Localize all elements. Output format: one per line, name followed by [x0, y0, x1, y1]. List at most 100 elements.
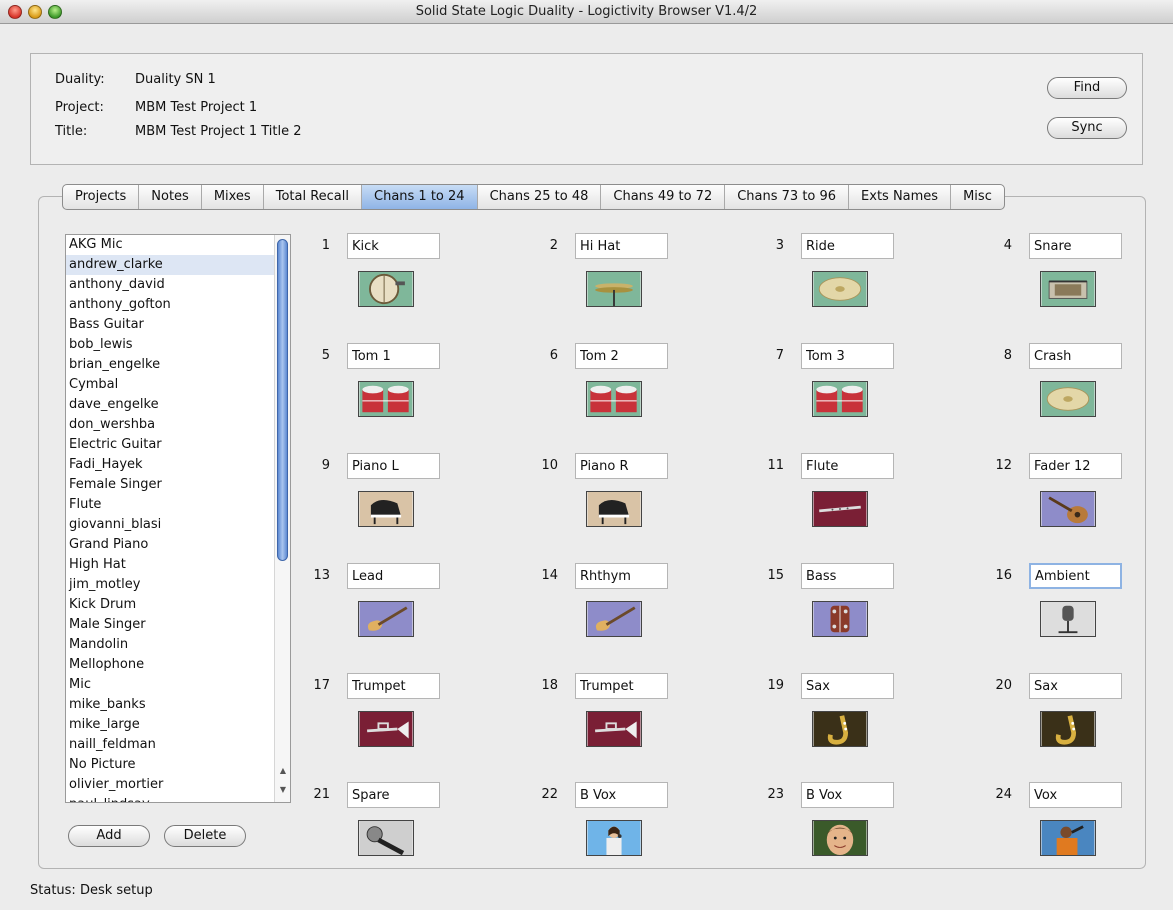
electric-guitar-icon[interactable] [358, 601, 414, 637]
channel-name-field[interactable] [801, 453, 894, 479]
female-singer-icon[interactable] [586, 820, 642, 856]
channel-name-field[interactable] [1029, 453, 1122, 479]
list-item[interactable]: anthony_gofton [66, 295, 275, 315]
tab-chans-49-to-72[interactable]: Chans 49 to 72 [601, 185, 726, 209]
channel-name-field[interactable] [347, 343, 440, 369]
channel-number: 5 [321, 348, 330, 363]
channel-name-field[interactable] [1029, 233, 1122, 259]
tab-notes[interactable]: Notes [139, 185, 202, 209]
list-scrollbar[interactable]: ▲ ▼ [274, 235, 290, 802]
flute-icon[interactable] [812, 491, 868, 527]
list-item[interactable]: dave_engelke [66, 395, 275, 415]
list-item[interactable]: don_wershba [66, 415, 275, 435]
channel-name-field[interactable] [801, 233, 894, 259]
scroll-down-arrow-icon[interactable]: ▼ [277, 784, 289, 796]
add-button[interactable]: Add [68, 825, 150, 847]
list-item[interactable]: Female Singer [66, 475, 275, 495]
tab-chans-1-to-24[interactable]: Chans 1 to 24 [362, 185, 478, 209]
tab-exts-names[interactable]: Exts Names [849, 185, 952, 209]
list-item[interactable]: Cymbal [66, 375, 275, 395]
bass-guitar-icon[interactable] [812, 601, 868, 637]
find-button[interactable]: Find [1047, 77, 1127, 99]
tab-chans-25-to-48[interactable]: Chans 25 to 48 [478, 185, 602, 209]
list-item[interactable]: mike_large [66, 715, 275, 735]
list-scroll-thumb[interactable] [277, 239, 288, 561]
kick-drum-icon[interactable] [358, 271, 414, 307]
channel-name-field[interactable] [575, 782, 668, 808]
tab-chans-73-to-96[interactable]: Chans 73 to 96 [725, 185, 850, 209]
list-item[interactable]: paul_lindsay [66, 795, 275, 802]
channel-name-field[interactable] [575, 673, 668, 699]
channel-number: 1 [321, 238, 330, 253]
grand-piano-icon[interactable] [586, 491, 642, 527]
list-item[interactable]: Grand Piano [66, 535, 275, 555]
tab-misc[interactable]: Misc [951, 185, 1004, 209]
list-item[interactable]: Mandolin [66, 635, 275, 655]
list-item[interactable]: andrew_clarke [66, 255, 275, 275]
saxophone-icon[interactable] [1040, 711, 1096, 747]
channel-number: 3 [775, 238, 784, 253]
trumpet-icon[interactable] [586, 711, 642, 747]
list-item[interactable]: Kick Drum [66, 595, 275, 615]
list-item[interactable]: mike_banks [66, 695, 275, 715]
list-item[interactable]: Mic [66, 675, 275, 695]
hi-hat-icon[interactable] [586, 271, 642, 307]
list-item[interactable]: Electric Guitar [66, 435, 275, 455]
list-item[interactable]: brian_engelke [66, 355, 275, 375]
microphone-icon[interactable] [358, 820, 414, 856]
channel-name-field[interactable] [347, 233, 440, 259]
tom-drum-icon[interactable] [812, 381, 868, 417]
channel-name-field[interactable] [801, 673, 894, 699]
channel-name-field[interactable] [1029, 563, 1122, 589]
list-item[interactable]: Mellophone [66, 655, 275, 675]
male-singer-icon[interactable] [1040, 820, 1096, 856]
list-item[interactable]: anthony_david [66, 275, 275, 295]
channel-name-field[interactable] [801, 563, 894, 589]
channel-name-field[interactable] [575, 563, 668, 589]
mandolin-icon[interactable] [1040, 491, 1096, 527]
cymbal-icon[interactable] [1040, 381, 1096, 417]
electric-guitar-icon[interactable] [586, 601, 642, 637]
list-item[interactable]: No Picture [66, 755, 275, 775]
cymbal-icon[interactable] [812, 271, 868, 307]
channel-name-field[interactable] [575, 233, 668, 259]
tom-drum-icon[interactable] [586, 381, 642, 417]
delete-button[interactable]: Delete [164, 825, 246, 847]
face-photo-icon[interactable] [812, 820, 868, 856]
tab-projects[interactable]: Projects [63, 185, 140, 209]
channel-number: 6 [549, 348, 558, 363]
sync-button[interactable]: Sync [1047, 117, 1127, 139]
channel-name-field[interactable] [1029, 782, 1122, 808]
channel-name-field[interactable] [1029, 343, 1122, 369]
snare-drum-icon[interactable] [1040, 271, 1096, 307]
channel-name-field[interactable] [575, 453, 668, 479]
list-item[interactable]: Flute [66, 495, 275, 515]
list-item[interactable]: AKG Mic [66, 235, 275, 255]
channel-name-field[interactable] [347, 453, 440, 479]
channel-name-field[interactable] [347, 563, 440, 589]
list-item[interactable]: High Hat [66, 555, 275, 575]
tom-drum-icon[interactable] [358, 381, 414, 417]
list-item[interactable]: Male Singer [66, 615, 275, 635]
tab-total-recall[interactable]: Total Recall [264, 185, 362, 209]
ambient-mic-icon[interactable] [1040, 601, 1096, 637]
list-item[interactable]: jim_motley [66, 575, 275, 595]
list-item[interactable]: naill_feldman [66, 735, 275, 755]
channel-name-field[interactable] [801, 782, 894, 808]
list-item[interactable]: olivier_mortier [66, 775, 275, 795]
trumpet-icon[interactable] [358, 711, 414, 747]
list-item[interactable]: Fadi_Hayek [66, 455, 275, 475]
tab-mixes[interactable]: Mixes [202, 185, 264, 209]
grand-piano-icon[interactable] [358, 491, 414, 527]
channel-name-field[interactable] [347, 782, 440, 808]
channel-name-field[interactable] [575, 343, 668, 369]
channel-name-field[interactable] [801, 343, 894, 369]
channel-name-field[interactable] [1029, 673, 1122, 699]
channel-name-field[interactable] [347, 673, 440, 699]
names-list[interactable]: AKG Mic andrew_clarke anthony_david anthony… [65, 234, 291, 803]
list-item[interactable]: bob_lewis [66, 335, 275, 355]
saxophone-icon[interactable] [812, 711, 868, 747]
list-item[interactable]: giovanni_blasi [66, 515, 275, 535]
list-item[interactable]: Bass Guitar [66, 315, 275, 335]
scroll-up-arrow-icon[interactable]: ▲ [277, 765, 289, 777]
